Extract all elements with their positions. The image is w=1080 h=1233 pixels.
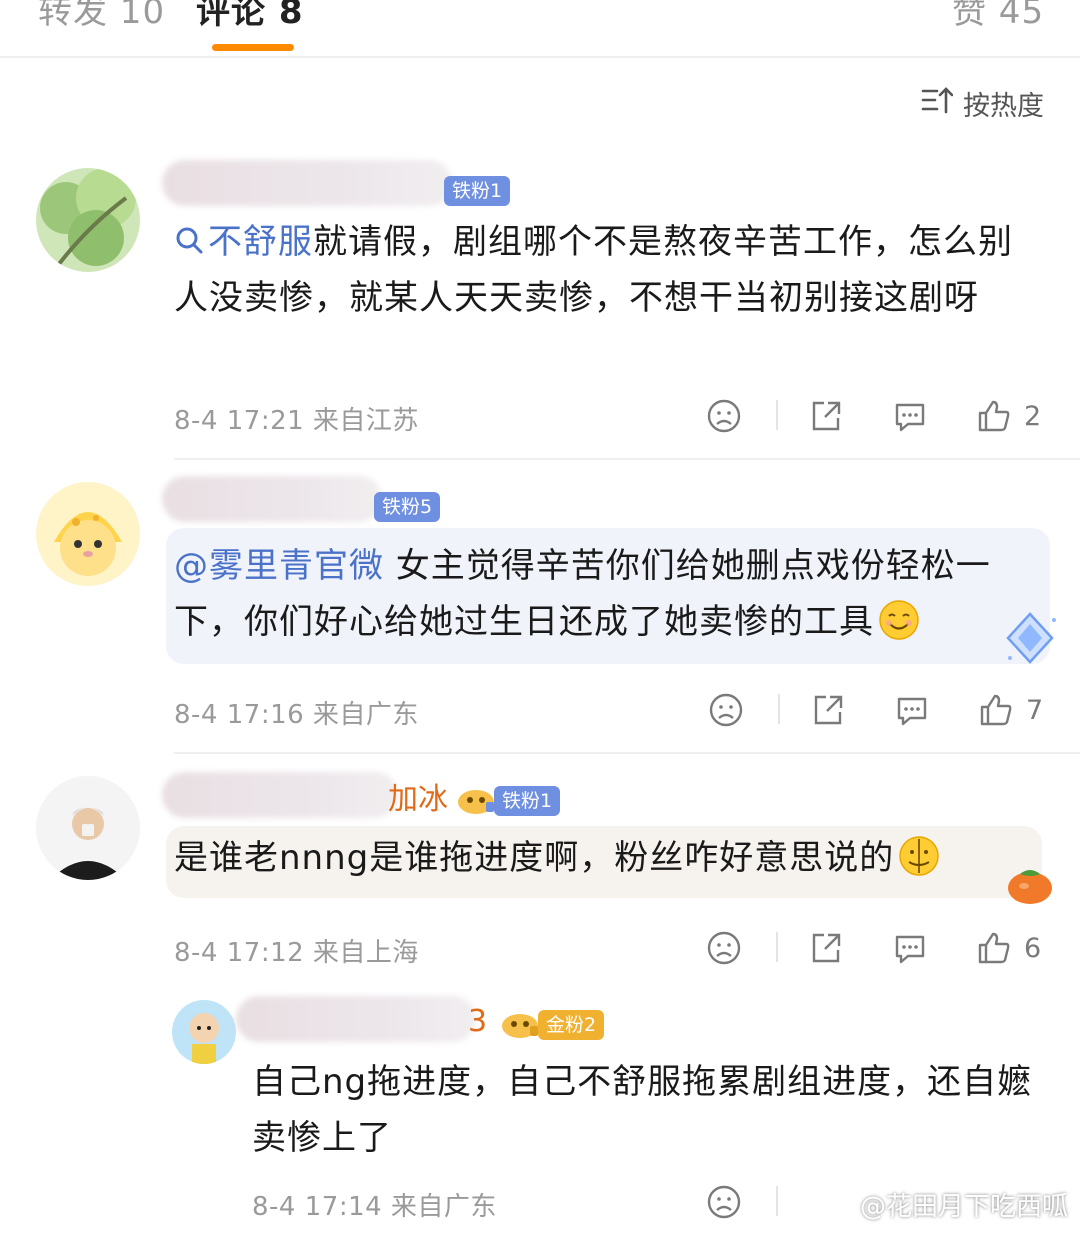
sad-face-icon — [707, 931, 741, 965]
avatar[interactable] — [36, 776, 140, 880]
avatar[interactable] — [36, 482, 140, 586]
username-redacted[interactable] — [236, 996, 476, 1042]
share-icon — [812, 933, 841, 963]
dislike-button[interactable] — [706, 1182, 742, 1222]
reply-button[interactable] — [894, 690, 930, 730]
action-separator — [778, 694, 780, 724]
thumbs-up-icon — [978, 400, 1010, 432]
fan-level-badge: 铁粉5 — [374, 492, 441, 522]
like-button[interactable]: 2 — [976, 396, 1041, 436]
comment-divider — [174, 458, 1080, 460]
action-separator — [776, 1186, 778, 1216]
fan-emblem-icon — [500, 1010, 540, 1040]
comment-timestamp-location: 8-4 17:16 来自广东 — [174, 700, 419, 730]
thumbs-up-icon — [978, 932, 1010, 964]
username-redacted[interactable] — [162, 476, 382, 522]
comment-text: 不舒服就请假，剧组哪个不是熬夜辛苦工作，怎么别人没卖惨，就某人天天卖惨，不想干当… — [174, 222, 1013, 318]
fan-level-badge: 金粉2 — [538, 1010, 605, 1040]
dislike-button[interactable] — [706, 928, 742, 968]
mention-link[interactable]: @雾里青官微 — [174, 546, 384, 586]
fan-level-badge: 铁粉1 — [444, 176, 511, 206]
grimace-emoji-icon — [899, 836, 939, 876]
sad-face-icon — [707, 399, 741, 433]
like-count: 6 — [1024, 932, 1042, 964]
diamond-decoration-icon — [1000, 610, 1060, 666]
comment-text: 自己ng拖进度，自己不舒服拖累剧组进度，还自嬷卖惨上了 — [252, 1062, 1033, 1158]
share-button[interactable] — [810, 690, 846, 730]
username-visible-tail[interactable]: 3 — [468, 1004, 487, 1039]
like-button[interactable]: 7 — [978, 690, 1043, 730]
search-link[interactable]: 不舒服 — [174, 222, 313, 262]
sort-label: 按热度 — [963, 91, 1044, 122]
comment-text: 是谁老nnng是谁拖进度啊，粉丝咋好意思说的 — [174, 830, 1034, 886]
action-separator — [776, 932, 778, 962]
tab-reposts[interactable]: 转发 10 — [38, 0, 165, 33]
active-tab-indicator — [212, 44, 294, 51]
smile-emoji-icon — [879, 600, 919, 640]
comment-item: 铁粉5 @雾里青官微 女主觉得辛苦你们给她删点戏份轻松一下，你们好心给她过生日还… — [0, 476, 1080, 766]
share-button[interactable] — [808, 928, 844, 968]
reply-button[interactable] — [892, 928, 928, 968]
comment-timestamp-location: 8-4 17:12 来自上海 — [174, 938, 419, 968]
share-button[interactable] — [808, 396, 844, 436]
comment-bubble-icon — [895, 935, 925, 964]
comment-item: 加冰 铁粉1 是谁老nnng是谁拖进度啊，粉丝咋好意思说的 8-4 17:12 … — [0, 772, 1080, 982]
avatar[interactable] — [172, 1000, 236, 1064]
like-button[interactable]: 6 — [976, 928, 1041, 968]
weibo-logo-icon — [820, 1193, 854, 1218]
thumbs-up-icon — [980, 694, 1012, 726]
comment-bubble-icon — [895, 403, 925, 432]
dislike-button[interactable] — [706, 396, 742, 436]
tab-bar: 转发 10 评论 8 赞 45 — [0, 0, 1080, 58]
comment-bubble-icon — [897, 697, 927, 726]
comment-timestamp-location: 8-4 17:14 来自广东 — [252, 1192, 497, 1222]
like-count: 7 — [1026, 694, 1044, 726]
share-icon — [812, 401, 841, 431]
action-separator — [776, 400, 778, 430]
comment-actions: 2 — [700, 396, 1048, 436]
tab-comments[interactable]: 评论 8 — [196, 0, 304, 33]
avatar[interactable] — [36, 168, 140, 272]
sort-toggle[interactable]: 按热度 — [921, 84, 1044, 123]
sort-icon — [921, 85, 954, 122]
comment-item: 铁粉1 不舒服就请假，剧组哪个不是熬夜辛苦工作，怎么别人没卖惨，就某人天天卖惨，… — [0, 160, 1080, 460]
watermark-text: @花田月下吃西呱 — [859, 1192, 1068, 1222]
sad-face-icon — [709, 693, 743, 727]
username-redacted[interactable] — [162, 772, 398, 818]
fan-level-badge: 铁粉1 — [494, 786, 561, 816]
comment-actions: 6 — [700, 928, 1048, 968]
persimmon-decoration-icon — [1004, 860, 1056, 906]
tab-likes[interactable]: 赞 45 — [952, 0, 1044, 33]
like-count: 2 — [1024, 400, 1042, 432]
share-icon — [814, 695, 843, 725]
comment-text: @雾里青官微 女主觉得辛苦你们给她删点戏份轻松一下，你们好心给她过生日还成了她卖… — [174, 546, 991, 642]
search-icon — [176, 227, 203, 254]
sad-face-icon — [707, 1185, 741, 1219]
username-visible-tail[interactable]: 加冰 — [388, 774, 448, 818]
username-redacted[interactable] — [162, 160, 452, 206]
fan-emblem-icon — [456, 786, 496, 816]
comment-divider — [174, 752, 1080, 754]
comment-timestamp-location: 8-4 17:21 来自江苏 — [174, 406, 419, 436]
comment-actions: 7 — [702, 690, 1050, 730]
dislike-button[interactable] — [708, 690, 744, 730]
watermark: @花田月下吃西呱 — [820, 1186, 1068, 1223]
reply-button[interactable] — [892, 396, 928, 436]
